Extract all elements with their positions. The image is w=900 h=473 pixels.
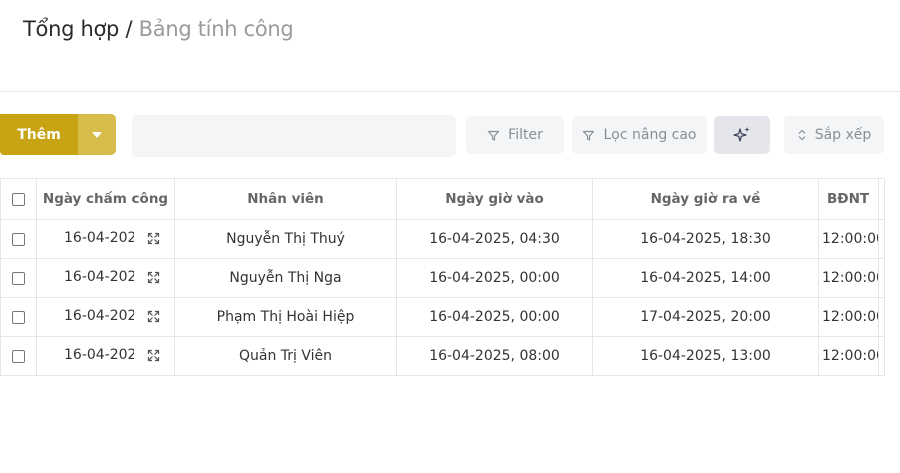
timesheet-table: Ngày chấm công Nhân viên Ngày giờ vào Ng… xyxy=(0,178,900,376)
row-select-cell xyxy=(0,297,37,337)
sort-icon xyxy=(797,129,807,141)
check-out-cell: 16-04-2025, 14:00 xyxy=(592,258,819,298)
extra-cell xyxy=(878,297,885,337)
check-out-cell: 16-04-2025, 13:00 xyxy=(592,336,819,376)
breadcrumb-root[interactable]: Tổng hợp xyxy=(23,17,119,41)
date-cell: 16-04-2025 xyxy=(36,219,175,259)
filter-button[interactable]: Filter xyxy=(466,116,564,154)
table-row[interactable]: 16-04-2025 Nguyễn Thị Nga 16-04-2025, 00… xyxy=(0,258,885,298)
toolbar: Thêm Filter Lọc nâng cao Sắp xếp xyxy=(0,114,900,157)
sort-label: Sắp xếp xyxy=(814,127,872,143)
breadcrumb-separator: / xyxy=(125,17,133,41)
filter-icon xyxy=(582,129,595,142)
employee-cell: Nguyễn Thị Nga xyxy=(174,258,397,298)
extra-cell xyxy=(878,336,885,376)
check-in-cell: 16-04-2025, 08:00 xyxy=(396,336,593,376)
check-out-cell: 17-04-2025, 20:00 xyxy=(592,297,819,337)
check-in-cell: 16-04-2025, 00:00 xyxy=(396,297,593,337)
expand-icon[interactable] xyxy=(147,310,160,327)
sparkle-icon xyxy=(732,125,752,145)
bdnt-cell: 12:00:00 xyxy=(818,297,879,337)
row-select-cell xyxy=(0,219,37,259)
row-checkbox[interactable] xyxy=(12,349,25,363)
date-cell: 16-04-2025 xyxy=(36,258,175,298)
expand-icon[interactable] xyxy=(147,271,160,288)
row-checkbox[interactable] xyxy=(12,310,25,324)
breadcrumb: Tổng hợp / Bảng tính công xyxy=(23,17,294,41)
table-row[interactable]: 16-04-2025 Quản Trị Viên 16-04-2025, 08:… xyxy=(0,336,885,376)
add-button[interactable]: Thêm xyxy=(0,114,78,155)
row-checkbox[interactable] xyxy=(12,232,25,246)
column-header-date[interactable]: Ngày chấm công xyxy=(36,178,175,220)
advanced-filter-button[interactable]: Lọc nâng cao xyxy=(572,116,707,154)
column-header-check-in[interactable]: Ngày giờ vào xyxy=(396,178,593,220)
employee-cell: Nguyễn Thị Thuý xyxy=(174,219,397,259)
search-input[interactable] xyxy=(132,115,456,157)
check-in-cell: 16-04-2025, 00:00 xyxy=(396,258,593,298)
bdnt-cell: 12:00:00 xyxy=(818,219,879,259)
filter-icon xyxy=(487,129,500,142)
date-cell: 16-04-2025 xyxy=(36,297,175,337)
extra-cell xyxy=(878,258,885,298)
extra-cell xyxy=(878,219,885,259)
date-value: 16-04-2025 xyxy=(64,347,134,363)
expand-icon[interactable] xyxy=(147,349,160,366)
column-header-employee[interactable]: Nhân viên xyxy=(174,178,397,220)
filter-label: Filter xyxy=(508,127,543,143)
date-value: 16-04-2025 xyxy=(64,230,134,246)
employee-cell: Quản Trị Viên xyxy=(174,336,397,376)
table-row[interactable]: 16-04-2025 Phạm Thị Hoài Hiệp 16-04-2025… xyxy=(0,297,885,337)
bdnt-cell: 12:00:00 xyxy=(818,258,879,298)
check-out-cell: 16-04-2025, 18:30 xyxy=(592,219,819,259)
table-header-row: Ngày chấm công Nhân viên Ngày giờ vào Ng… xyxy=(0,178,885,220)
column-header-check-out[interactable]: Ngày giờ ra về xyxy=(592,178,819,220)
date-cell: 16-04-2025 xyxy=(36,336,175,376)
check-in-cell: 16-04-2025, 04:30 xyxy=(396,219,593,259)
chevron-down-icon xyxy=(92,131,102,138)
ai-assist-button[interactable] xyxy=(714,116,770,154)
bdnt-cell: 12:00:00 xyxy=(818,336,879,376)
sort-button[interactable]: Sắp xếp xyxy=(784,116,884,154)
column-header-extra xyxy=(878,178,885,220)
table-row[interactable]: 16-04-2025 Nguyễn Thị Thuý 16-04-2025, 0… xyxy=(0,219,885,259)
add-dropdown-button[interactable] xyxy=(78,114,116,155)
column-header-bdnt[interactable]: BĐNT xyxy=(818,178,879,220)
advanced-filter-label: Lọc nâng cao xyxy=(603,127,697,143)
header-divider xyxy=(0,91,900,92)
date-value: 16-04-2025 xyxy=(64,269,134,285)
date-value: 16-04-2025 xyxy=(64,308,134,324)
row-checkbox[interactable] xyxy=(12,271,25,285)
select-all-checkbox[interactable] xyxy=(12,192,25,206)
expand-icon[interactable] xyxy=(147,232,160,249)
employee-cell: Phạm Thị Hoài Hiệp xyxy=(174,297,397,337)
breadcrumb-current: Bảng tính công xyxy=(138,17,294,41)
row-select-cell xyxy=(0,336,37,376)
row-select-cell xyxy=(0,258,37,298)
select-all-cell xyxy=(0,178,37,220)
